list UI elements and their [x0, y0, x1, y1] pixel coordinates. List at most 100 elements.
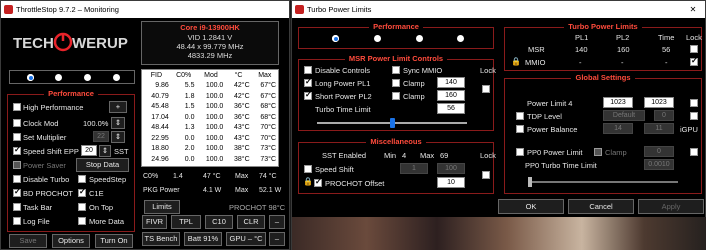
- speed-shift-max-input[interactable]: 100: [437, 163, 465, 174]
- more-data-checkbox[interactable]: [78, 217, 86, 225]
- svg-text:TECH: TECH: [13, 35, 54, 52]
- tpl-profile-radio-2[interactable]: [374, 35, 381, 42]
- close-icon[interactable]: ✕: [681, 1, 705, 18]
- pkg-power-value: 4.1 W: [203, 187, 222, 194]
- task-bar-checkbox[interactable]: [13, 203, 21, 211]
- c1e-checkbox[interactable]: [78, 187, 86, 197]
- pp0-time-slider[interactable]: [528, 177, 678, 187]
- cpu-name: Core i9-13900HK: [180, 23, 240, 32]
- long-power-pl1-checkbox[interactable]: [304, 77, 312, 87]
- on-top-checkbox[interactable]: [78, 203, 86, 211]
- table-cell: 18.80: [151, 145, 169, 153]
- tpl-button[interactable]: TPL: [171, 215, 201, 229]
- tdp-level-checkbox[interactable]: [516, 112, 524, 120]
- prochot-offset-input[interactable]: 10: [437, 177, 465, 188]
- set-multiplier-value[interactable]: 22: [93, 131, 109, 142]
- power-balance-cpu[interactable]: 14: [603, 123, 633, 134]
- pp0-clamp-checkbox[interactable]: [594, 148, 602, 156]
- logo-graphic: TECH WERUP: [13, 32, 128, 52]
- slider-thumb[interactable]: [390, 118, 395, 128]
- ok-button[interactable]: OK: [498, 199, 564, 214]
- short-power-pl2-checkbox[interactable]: [304, 90, 312, 100]
- gpu-minimize-button[interactable]: –: [269, 232, 285, 246]
- sync-mmio-checkbox[interactable]: [392, 66, 400, 74]
- turbo-time-input[interactable]: 56: [437, 103, 465, 114]
- mmio-lock-checkbox[interactable]: [690, 56, 698, 66]
- tdp-level-select[interactable]: Default: [603, 110, 645, 121]
- turbo-time-limit-label: Turbo Time Limit: [315, 105, 371, 114]
- speed-shift-checkbox[interactable]: [304, 165, 312, 173]
- set-multiplier-checkbox[interactable]: [13, 133, 21, 141]
- msr-lock-checkbox[interactable]: [690, 45, 698, 53]
- speed-shift-epp-checkbox[interactable]: [13, 145, 21, 155]
- minimize-button[interactable]: –: [269, 215, 285, 229]
- high-performance-checkbox[interactable]: [13, 103, 21, 111]
- turbo-time-slider[interactable]: [317, 118, 467, 128]
- time-col: Time: [658, 33, 675, 42]
- vid-label: VID: [187, 33, 201, 42]
- turn-on-button[interactable]: Turn On: [95, 234, 133, 248]
- pl2-clamp-checkbox[interactable]: [392, 92, 400, 100]
- apply-button[interactable]: Apply: [638, 199, 704, 214]
- window-title: ThrottleStop 9.7.2 – Monitoring: [16, 5, 119, 14]
- battery-button[interactable]: Batt 91%: [184, 232, 222, 246]
- pp0-input[interactable]: 0: [644, 146, 674, 157]
- pl2-input[interactable]: 160: [437, 90, 465, 101]
- ts-bench-button[interactable]: TS Bench: [142, 232, 180, 246]
- log-file-checkbox[interactable]: [13, 217, 21, 225]
- power-saver-checkbox[interactable]: [13, 161, 21, 169]
- pl4-lock-checkbox[interactable]: [690, 99, 698, 107]
- speed-shift-min-input[interactable]: 1: [400, 163, 428, 174]
- bd-prochot-checkbox[interactable]: [13, 187, 21, 197]
- pp0-slider-thumb[interactable]: [528, 177, 532, 187]
- prochot-offset-checkbox[interactable]: [314, 177, 322, 187]
- title-bar[interactable]: ThrottleStop 9.7.2 – Monitoring: [1, 1, 289, 18]
- c10-button[interactable]: C10: [205, 215, 233, 229]
- tdp-level-value[interactable]: 0: [654, 110, 674, 121]
- limits-button[interactable]: Limits: [144, 200, 180, 214]
- tpl-profile-radio-1[interactable]: [332, 35, 339, 42]
- pl1-lock-checkbox[interactable]: [482, 85, 490, 93]
- col-fid: FID: [150, 71, 163, 79]
- power-balance-gpu[interactable]: 11: [644, 123, 674, 134]
- gpu-temp-button[interactable]: GPU – °C: [226, 232, 266, 246]
- fivr-button[interactable]: FIVR: [142, 215, 167, 229]
- profile-radio-2[interactable]: [55, 74, 62, 81]
- disable-turbo-checkbox[interactable]: [13, 175, 21, 183]
- pp0-checkbox[interactable]: [516, 148, 524, 156]
- pl1-clamp-checkbox[interactable]: [392, 79, 400, 87]
- profile-radio-3[interactable]: [84, 74, 91, 81]
- tpl-window-title: Turbo Power Limits: [307, 5, 372, 14]
- profile-radio-1[interactable]: [27, 74, 34, 81]
- disable-controls-checkbox[interactable]: [304, 66, 312, 74]
- epp-spinner[interactable]: ⇕: [99, 145, 111, 157]
- col-temp: °C: [234, 71, 243, 79]
- speedstep-checkbox[interactable]: [78, 175, 86, 183]
- clock-mod-spinner[interactable]: ⇕: [111, 117, 125, 129]
- table-cell: 9.86: [155, 82, 169, 90]
- cancel-button[interactable]: Cancel: [568, 199, 634, 214]
- clr-button[interactable]: CLR: [237, 215, 265, 229]
- plus-button[interactable]: +: [109, 101, 127, 113]
- misc-lock-checkbox[interactable]: [482, 171, 490, 179]
- power-balance-checkbox[interactable]: [516, 125, 524, 133]
- stop-data-button[interactable]: Stop Data: [76, 158, 129, 172]
- pl4-input-a[interactable]: 1023: [603, 97, 633, 108]
- tpl-profile-radio-4[interactable]: [457, 35, 464, 42]
- pp0-clamp-label: Clamp: [605, 148, 627, 157]
- save-button[interactable]: Save: [9, 234, 47, 248]
- max-temp-label: Max: [235, 173, 249, 180]
- pl1-input[interactable]: 140: [437, 77, 465, 88]
- pp0-lock-checkbox[interactable]: [690, 148, 698, 156]
- clock-mod-checkbox[interactable]: [13, 119, 21, 127]
- pl4-input-b[interactable]: 1023: [644, 97, 674, 108]
- options-button[interactable]: Options: [52, 234, 90, 248]
- speed-shift-epp-value[interactable]: 20: [81, 145, 97, 156]
- tpl-profile-radio-3[interactable]: [416, 35, 423, 42]
- profile-radio-4[interactable]: [113, 74, 120, 81]
- table-cell: 67°C: [260, 92, 276, 100]
- tpl-title-bar[interactable]: Turbo Power Limits ✕: [292, 1, 705, 18]
- multiplier-spinner[interactable]: ⇕: [111, 131, 125, 143]
- tdp-lock-checkbox[interactable]: [690, 112, 698, 120]
- pp0-time-input[interactable]: 0.0010: [644, 159, 674, 170]
